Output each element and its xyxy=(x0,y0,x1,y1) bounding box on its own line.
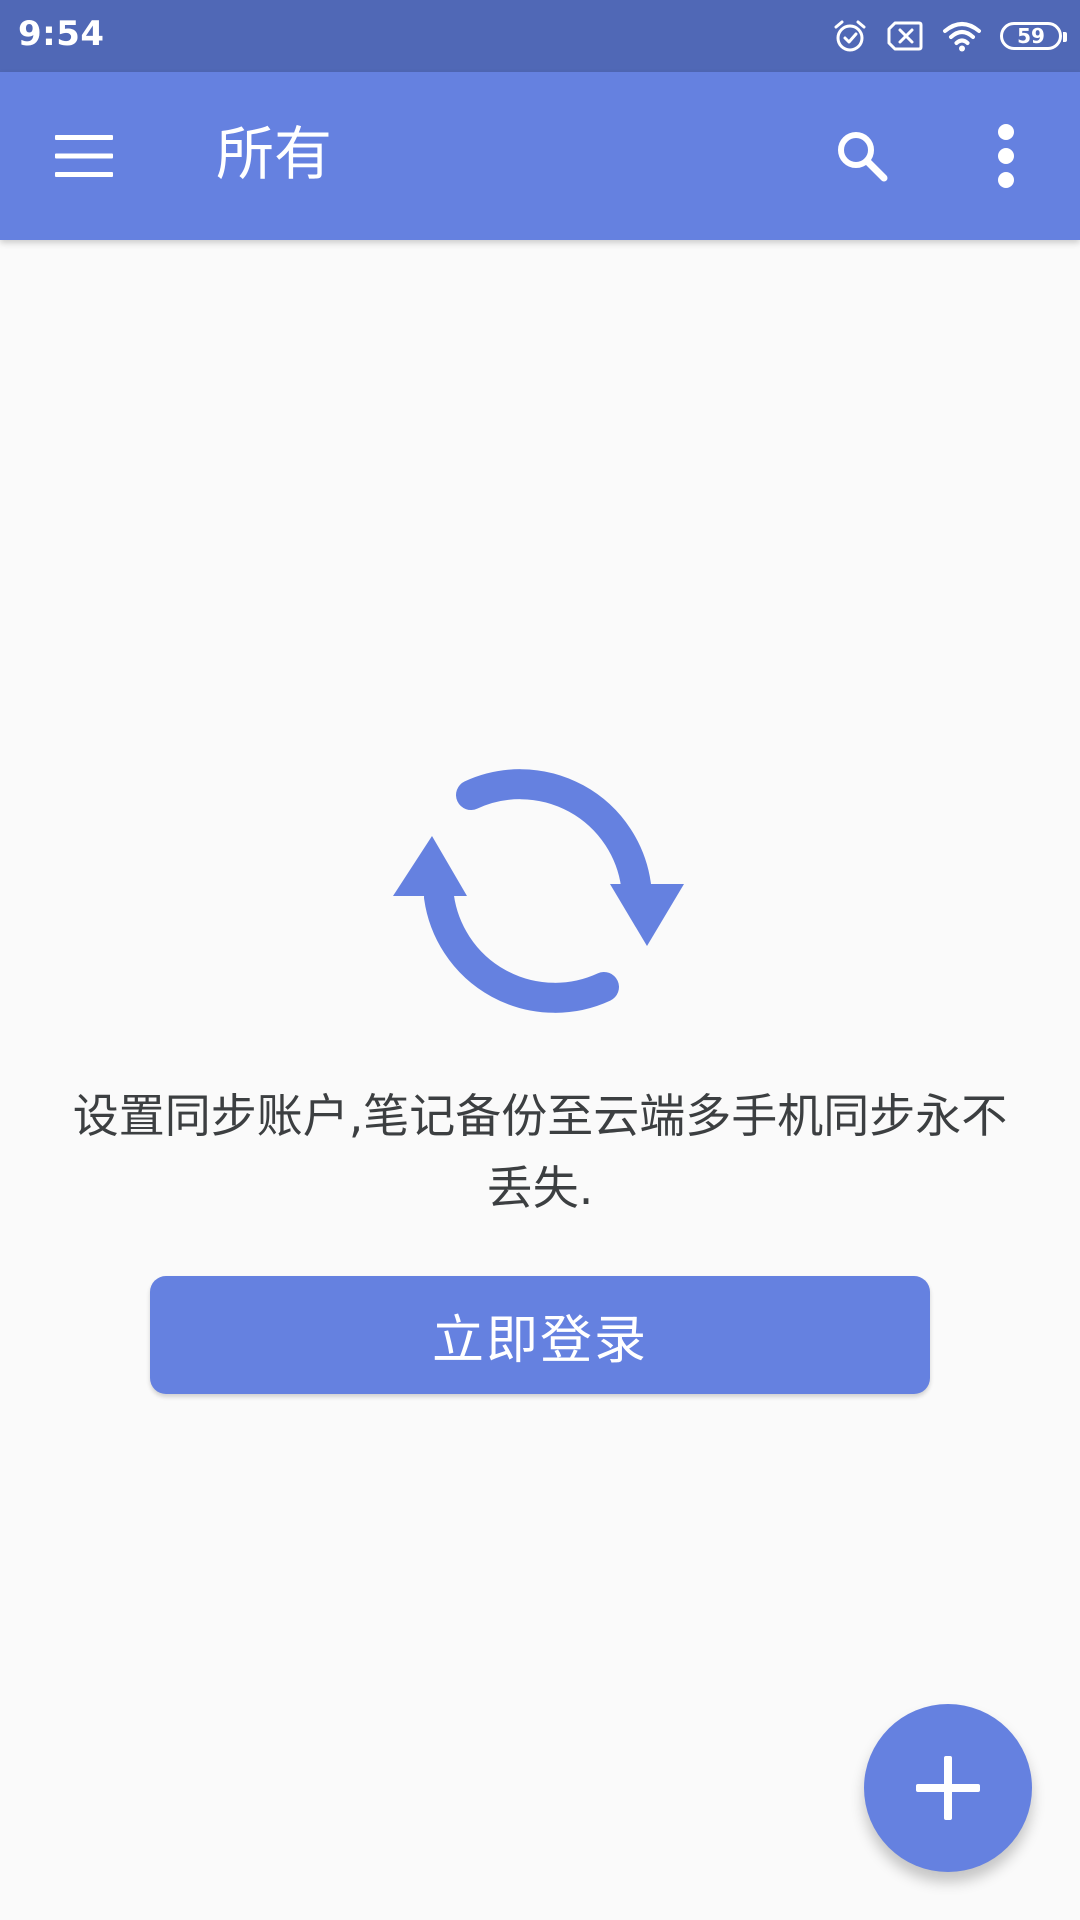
battery-level: 59 xyxy=(1017,24,1045,48)
status-icons: 59 xyxy=(832,14,1067,58)
empty-state-message: 设置同步账户,笔记备份至云端多手机同步永不丢失. xyxy=(72,1089,1008,1215)
more-vertical-icon xyxy=(998,124,1014,188)
search-icon xyxy=(838,132,888,182)
search-button[interactable] xyxy=(826,120,898,192)
status-time: 9:54 xyxy=(18,14,105,54)
menu-icon xyxy=(55,135,113,177)
sync-icon xyxy=(393,769,684,1013)
plus-icon xyxy=(916,1756,980,1820)
alarm-icon xyxy=(834,20,866,52)
app-bar: 所有 xyxy=(0,72,1080,240)
battery-icon: 59 xyxy=(1000,22,1067,50)
add-note-button[interactable] xyxy=(864,1704,1032,1872)
menu-button[interactable] xyxy=(48,120,120,192)
sim-error-icon xyxy=(887,21,923,51)
wifi-icon xyxy=(943,22,981,52)
login-button-label: 立即登录 xyxy=(431,1310,648,1371)
more-options-button[interactable] xyxy=(970,120,1042,192)
page-title: 所有 xyxy=(216,120,333,188)
login-button[interactable]: 立即登录 xyxy=(150,1276,930,1394)
status-bar: 9:54 59 xyxy=(0,0,1080,72)
